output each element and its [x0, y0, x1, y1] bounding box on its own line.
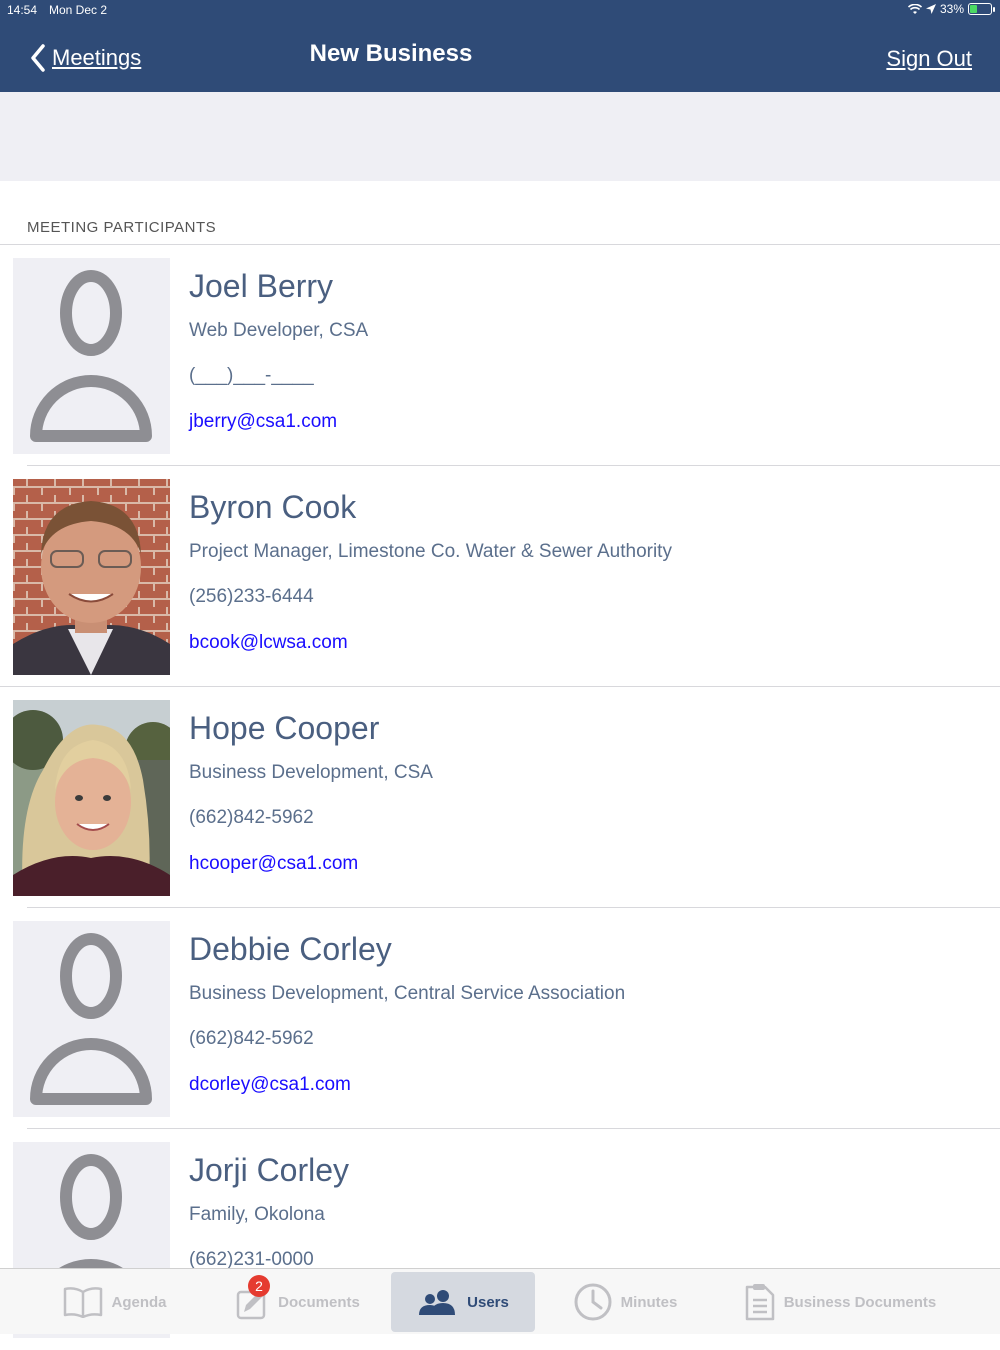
- tab-users-label: Users: [467, 1293, 509, 1311]
- avatar: [13, 921, 170, 1117]
- status-indicators: 33%: [907, 2, 995, 16]
- list-item[interactable]: Debbie Corley Business Development, Cent…: [0, 908, 1000, 1129]
- battery-icon: [968, 3, 995, 15]
- tab-bar: Agenda Documents 2 Users Minutes Busines…: [0, 1268, 1000, 1334]
- participants-list: Joel Berry Web Developer, CSA (___)___-_…: [0, 244, 1000, 1350]
- header-spacer: [0, 92, 1000, 181]
- participant-phone[interactable]: (___)___-____: [189, 365, 314, 387]
- participant-phone[interactable]: (662)842-5962: [189, 807, 314, 829]
- list-item[interactable]: Byron Cook Project Manager, Limestone Co…: [0, 466, 1000, 687]
- person-placeholder-icon: [30, 933, 152, 1105]
- tab-minutes-label: Minutes: [620, 1293, 678, 1311]
- participant-title: Family, Okolona: [189, 1204, 325, 1225]
- participant-title: Business Development, CSA: [189, 762, 433, 783]
- participant-title: Project Manager, Limestone Co. Water & S…: [189, 541, 672, 562]
- list-item[interactable]: Joel Berry Web Developer, CSA (___)___-_…: [0, 245, 1000, 466]
- book-icon: [64, 1287, 103, 1318]
- avatar: [13, 479, 170, 675]
- users-icon: [419, 1290, 456, 1315]
- notification-badge: 2: [248, 1275, 270, 1297]
- battery-percent: 33%: [939, 2, 964, 16]
- status-bar: 14:54 Mon Dec 2 33%: [0, 0, 1000, 22]
- participant-phone[interactable]: (256)233-6444: [189, 586, 314, 608]
- document-icon: [745, 1284, 774, 1321]
- page-title: New Business: [309, 40, 473, 67]
- wifi-icon: [907, 3, 922, 14]
- person-photo: [13, 700, 170, 896]
- nav-header: 14:54 Mon Dec 2 33% Meetings New Busines…: [0, 0, 1000, 92]
- person-photo: [13, 479, 170, 675]
- tab-business-documents-label: Business Documents: [783, 1293, 937, 1311]
- tab-agenda-label: Agenda: [111, 1293, 167, 1311]
- participant-email[interactable]: bcook@lcwsa.com: [189, 632, 348, 654]
- status-time: 14:54: [7, 3, 38, 17]
- tab-users[interactable]: Users: [391, 1272, 535, 1332]
- participant-email[interactable]: jberry@csa1.com: [189, 411, 337, 433]
- participant-title: Web Developer, CSA: [189, 320, 369, 341]
- location-icon: [925, 4, 936, 14]
- section-title: MEETING PARTICIPANTS: [27, 219, 217, 236]
- tab-agenda[interactable]: Agenda: [50, 1272, 180, 1332]
- avatar: [13, 700, 170, 896]
- list-item[interactable]: Hope Cooper Business Development, CSA (6…: [0, 687, 1000, 908]
- tab-business-documents[interactable]: Business Documents: [730, 1272, 950, 1332]
- sign-out-button[interactable]: Sign Out: [886, 46, 972, 72]
- avatar: [13, 258, 170, 454]
- clock-icon: [574, 1283, 612, 1321]
- status-date: Mon Dec 2: [49, 3, 108, 17]
- participant-email[interactable]: hcooper@csa1.com: [189, 853, 358, 875]
- tab-minutes[interactable]: Minutes: [560, 1272, 690, 1332]
- participant-phone[interactable]: (662)842-5962: [189, 1028, 314, 1050]
- tab-documents[interactable]: Documents: [215, 1272, 375, 1332]
- person-placeholder-icon: [30, 270, 152, 442]
- tab-documents-label: Documents: [278, 1293, 360, 1311]
- participant-name: Byron Cook: [189, 489, 357, 525]
- participant-name: Hope Cooper: [189, 710, 380, 746]
- participant-name: Joel Berry: [189, 268, 334, 304]
- battery-fill: [970, 5, 977, 13]
- participant-name: Debbie Corley: [189, 931, 392, 967]
- participant-name: Jorji Corley: [189, 1152, 350, 1188]
- participant-email[interactable]: dcorley@csa1.com: [189, 1074, 351, 1096]
- participant-title: Business Development, Central Service As…: [189, 983, 626, 1004]
